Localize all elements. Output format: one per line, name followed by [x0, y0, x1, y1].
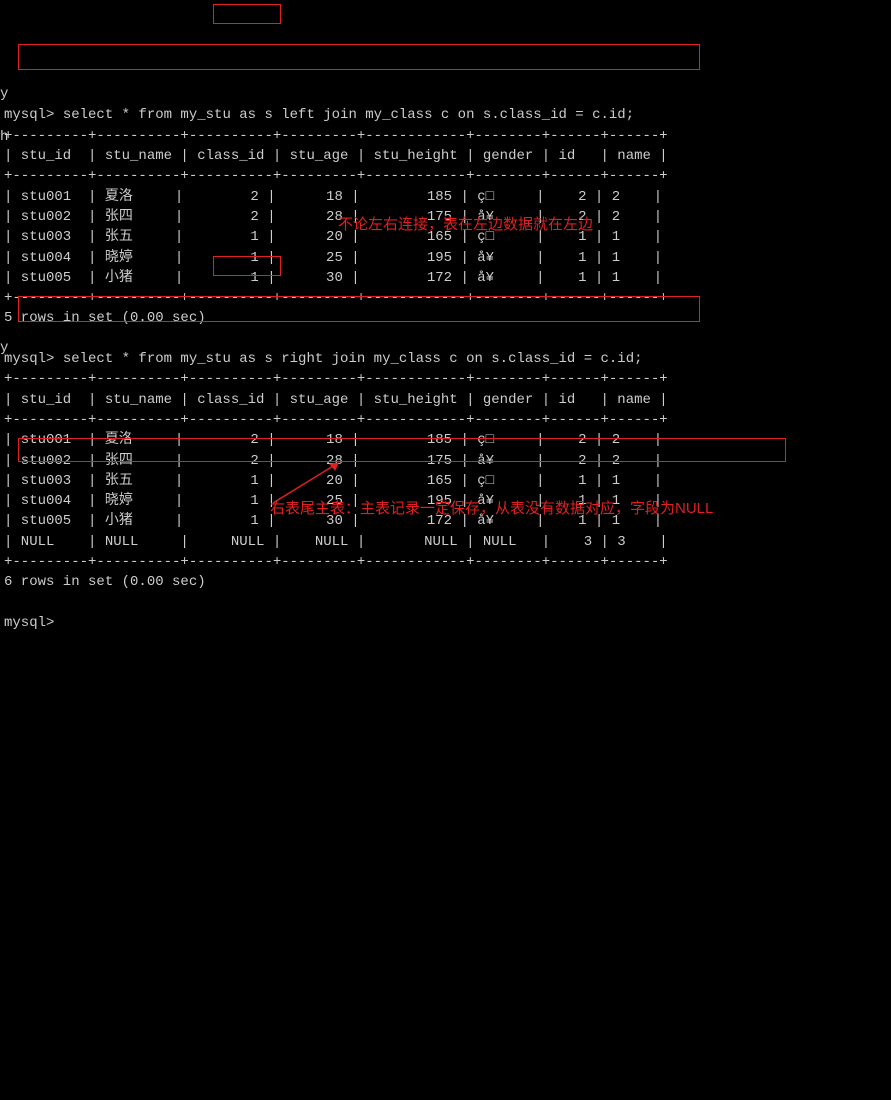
table1-border-mid: +---------+----------+----------+-------… — [4, 168, 668, 184]
mysql-prompt-1[interactable]: mysql> — [4, 107, 63, 123]
table2-border-top: +---------+----------+----------+-------… — [4, 371, 668, 387]
annotation-2: 右表尾主表：主表记录一定保存，从表没有数据对应，字段为NULL — [270, 498, 890, 520]
mysql-prompt-2[interactable]: mysql> — [4, 351, 63, 367]
terminal-output: mysql> select * from my_stu as s left jo… — [4, 85, 891, 633]
table2-border-bot: +---------+----------+----------+-------… — [4, 554, 668, 570]
table1-border-bot: +---------+----------+----------+-------… — [4, 290, 668, 306]
cutoff-char: h — [0, 127, 8, 147]
table1-header: | stu_id | stu_name | class_id | stu_age… — [4, 148, 668, 164]
sql-query-1: select * from my_stu as s left join my_c… — [63, 107, 634, 123]
mysql-prompt-3[interactable]: mysql> — [4, 615, 63, 631]
table2-border-mid: +---------+----------+----------+-------… — [4, 412, 668, 428]
sql-query-2: select * from my_stu as s right join my_… — [63, 351, 643, 367]
cutoff-char: y — [0, 338, 8, 358]
highlight-box-mystu-1 — [213, 4, 281, 24]
cutoff-char: y — [0, 84, 8, 104]
arrow-icon — [268, 458, 348, 508]
table1-row: | stu004 | 晓婷 | 1 | 25 | 195 | å¥ | 1 | … — [4, 250, 662, 266]
table2-row-null: | NULL | NULL | NULL | NULL | NULL | NUL… — [4, 534, 668, 550]
annotation-1: 不论左右连接，表在左边数据就在左边 — [338, 214, 593, 236]
table2-row: | stu001 | 夏洛 | 2 | 18 | 185 | ç□ | 2 | … — [4, 432, 662, 448]
table1-row: | stu001 | 夏洛 | 2 | 18 | 185 | ç□ | 2 | … — [4, 189, 662, 205]
table1-row: | stu005 | 小猪 | 1 | 30 | 172 | å¥ | 1 | … — [4, 270, 662, 286]
query2-result: 6 rows in set (0.00 sec) — [4, 574, 206, 590]
highlight-box-header-1 — [18, 44, 700, 70]
table1-border-top: +---------+----------+----------+-------… — [4, 128, 668, 144]
query1-result: 5 rows in set (0.00 sec) — [4, 310, 206, 326]
table2-header: | stu_id | stu_name | class_id | stu_age… — [4, 392, 668, 408]
